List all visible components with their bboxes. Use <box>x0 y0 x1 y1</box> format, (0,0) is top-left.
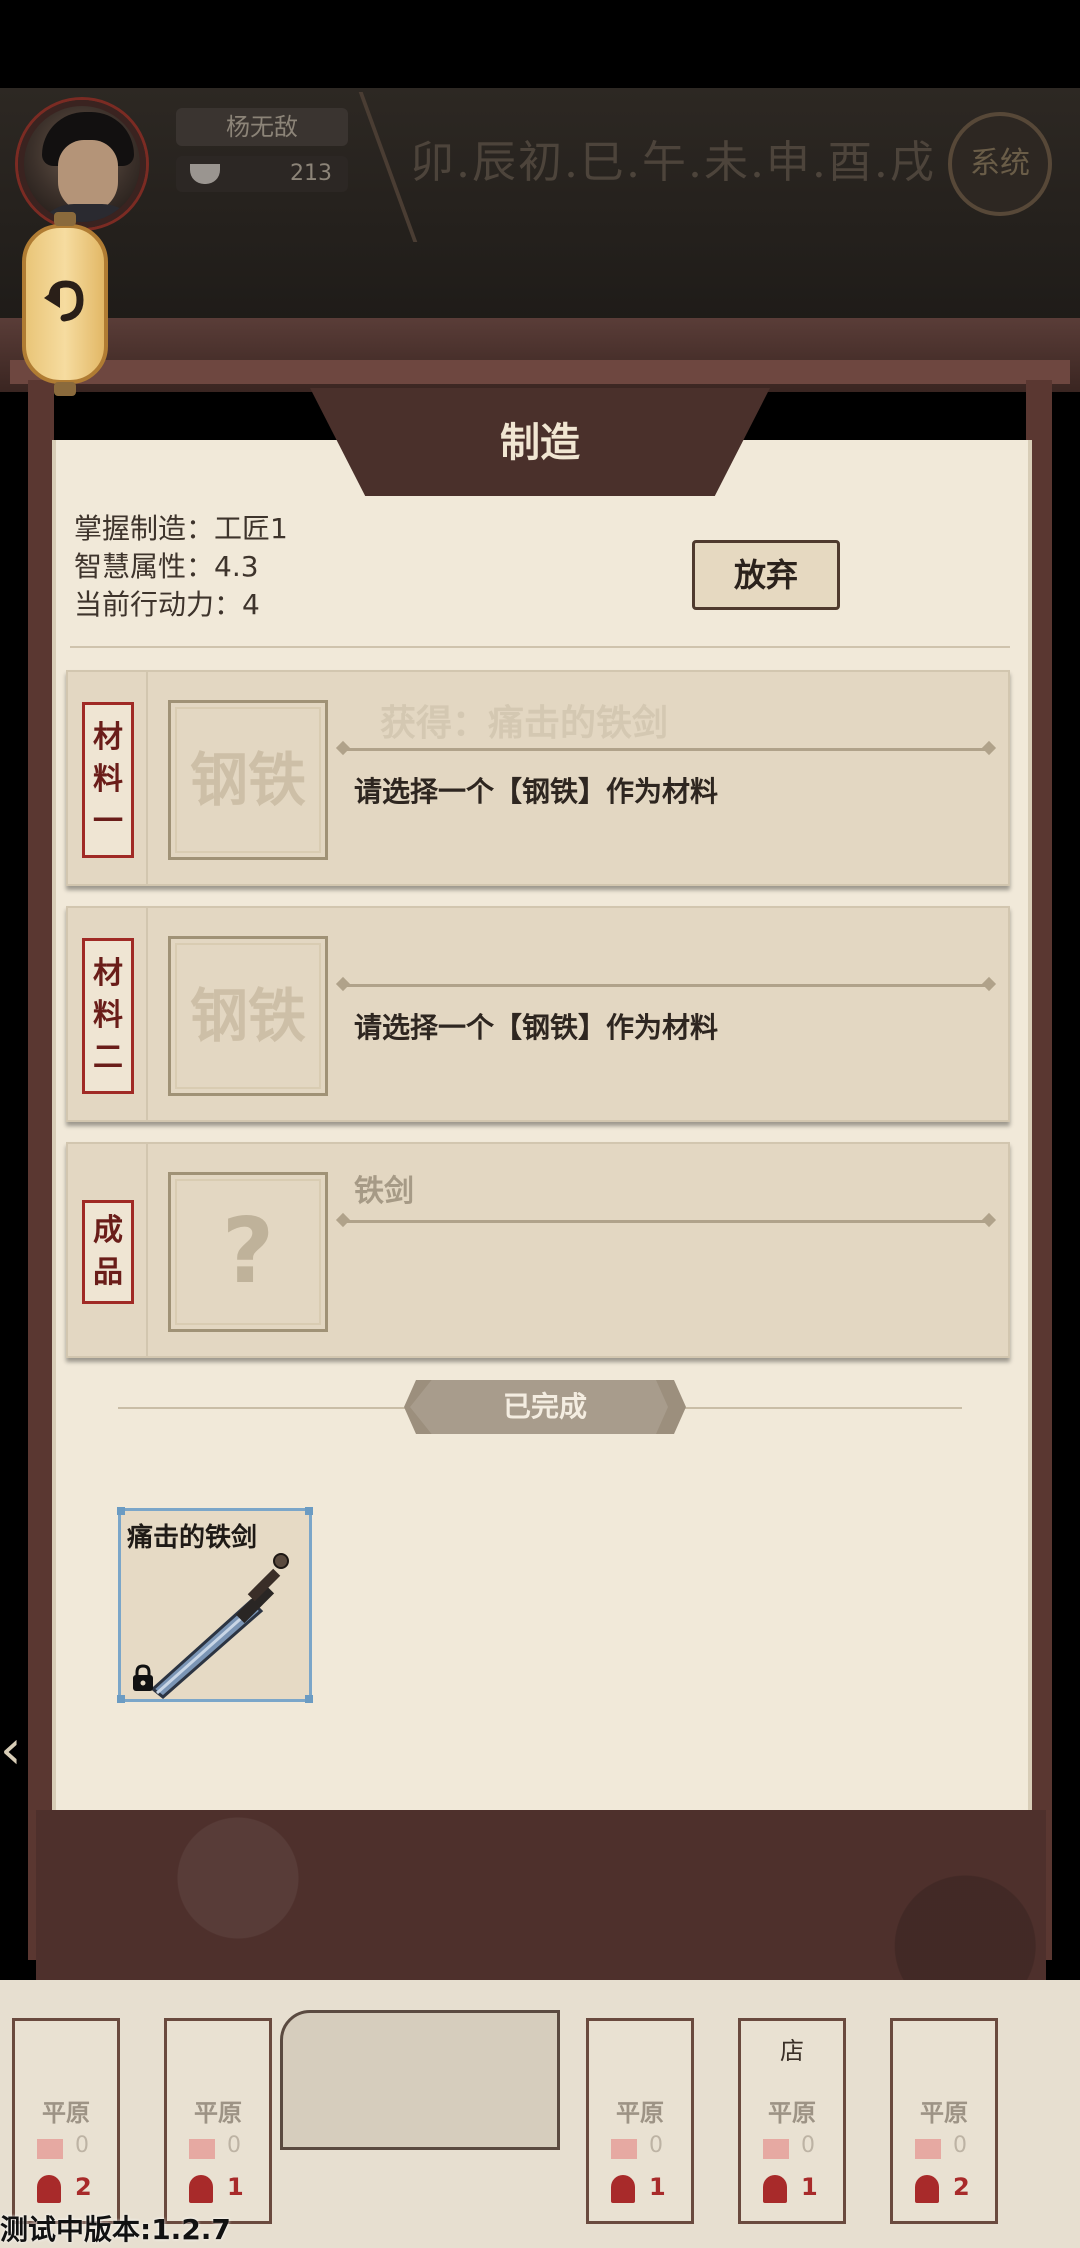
result-item-card[interactable]: 痛击的铁剑 <box>117 1507 313 1703</box>
flag-icon <box>915 2139 941 2159</box>
product-tag: 成 品 <box>82 1200 134 1304</box>
slot-rule <box>344 984 988 987</box>
material-1-hint: 请选择一个【钢铁】作为材料 <box>354 775 719 808</box>
map-location-card[interactable]: 平原 0 1 <box>164 2018 272 2224</box>
slot-tag-column: 材 料 一 <box>68 672 148 884</box>
building-illustration <box>280 2010 560 2150</box>
slot-rule <box>344 748 988 751</box>
system-button[interactable]: 系统 <box>948 112 1052 216</box>
material-2-tag: 材 料 二 <box>82 938 134 1094</box>
person-icon <box>915 2175 939 2203</box>
stat-wisdom: 智慧属性：4.3 <box>74 550 259 583</box>
flag-icon <box>611 2139 637 2159</box>
flag-icon <box>37 2139 63 2159</box>
dialog-title: 制造 <box>500 420 580 466</box>
sword-icon <box>150 1553 289 1699</box>
material-slot-2[interactable]: 材 料 二 钢铁 请选择一个【钢铁】作为材料 <box>66 906 1010 1122</box>
slot-tag-column: 成 品 <box>68 1144 148 1356</box>
back-arrow-icon <box>44 280 84 322</box>
slot-tag-column: 材 料 二 <box>68 908 148 1120</box>
version-label: 测试中版本:1.2.7 <box>0 2213 231 2246</box>
time-of-day-bar: 卯.辰初.巳.午.未.申.酉.戌 <box>410 137 936 188</box>
torii-beam <box>10 360 1070 384</box>
material-1-placeholder[interactable]: 钢铁 <box>168 700 328 860</box>
product-slot: 成 品 ? 铁剑 <box>66 1142 1010 1358</box>
status-bar <box>0 0 1080 88</box>
crafting-stats: 掌握制造：工匠1 智慧属性：4.3 当前行动力：4 <box>74 510 288 624</box>
coin-bowl-icon <box>190 164 220 184</box>
flag-icon <box>763 2139 789 2159</box>
person-icon <box>611 2175 635 2203</box>
person-icon <box>763 2175 787 2203</box>
coin-value: 213 <box>290 161 332 186</box>
material-1-tag: 材 料 一 <box>82 702 134 858</box>
stat-action-points: 当前行动力：4 <box>74 588 260 621</box>
material-2-placeholder[interactable]: 钢铁 <box>168 936 328 1096</box>
stat-skill: 掌握制造：工匠1 <box>74 512 288 545</box>
panel-footer-decor <box>36 1810 1046 1980</box>
scroll-left-arrow-icon[interactable]: ‹ <box>0 1718 28 1782</box>
person-icon <box>37 2175 61 2203</box>
lock-icon <box>133 1664 153 1691</box>
product-name: 铁剑 <box>354 1174 414 1209</box>
completed-badge: 已完成 <box>410 1380 680 1434</box>
slot-rule <box>344 1220 988 1223</box>
map-location-card[interactable]: 平原 0 2 <box>890 2018 998 2224</box>
give-up-button[interactable]: 放弃 <box>692 540 840 610</box>
back-button[interactable] <box>22 212 108 396</box>
player-name: 杨无敌 <box>176 108 348 146</box>
coin-counter: 213 <box>176 156 348 192</box>
avatar-face <box>58 140 118 212</box>
person-icon <box>189 2175 213 2203</box>
flag-icon <box>189 2139 215 2159</box>
stats-divider <box>70 646 1010 648</box>
map-location-card[interactable]: 平原 0 1 <box>586 2018 694 2224</box>
product-placeholder: ? <box>168 1172 328 1332</box>
left-pillar <box>28 380 54 1960</box>
player-avatar[interactable] <box>18 100 146 228</box>
map-location-card[interactable]: 店 平原 0 1 <box>738 2018 846 2224</box>
faded-result-text: 获得：痛击的铁剑 <box>380 703 669 744</box>
material-2-hint: 请选择一个【钢铁】作为材料 <box>354 1011 719 1044</box>
map-location-card[interactable]: 平原 0 2 <box>12 2018 120 2224</box>
